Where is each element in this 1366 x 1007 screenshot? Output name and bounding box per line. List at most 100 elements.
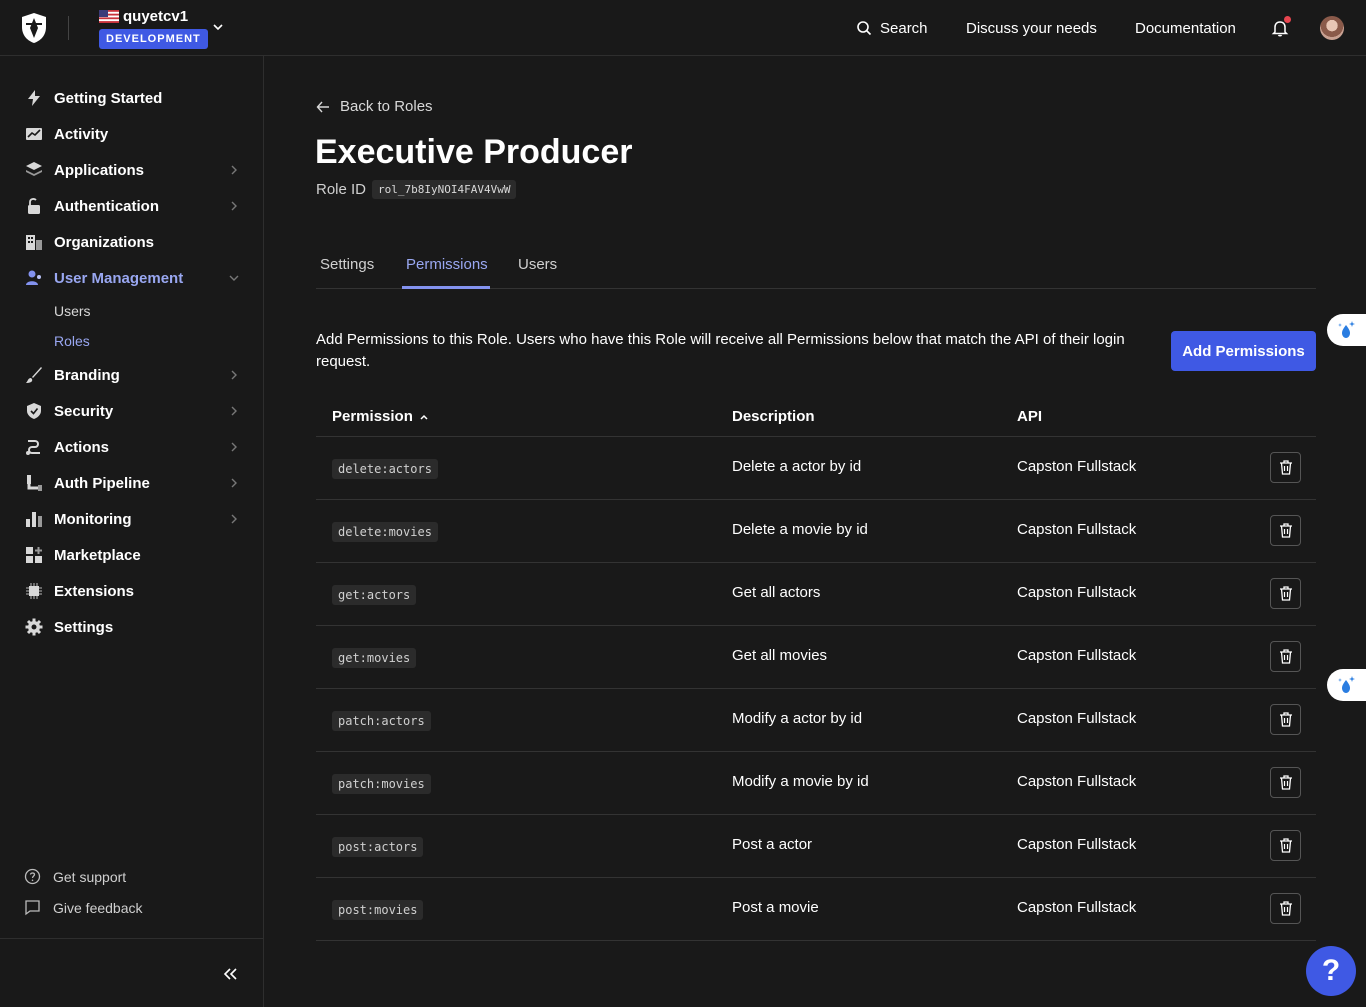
column-header-api: API (1017, 408, 1043, 425)
sidebar-item-label: Authentication (54, 197, 159, 215)
search-button[interactable]: Search (856, 0, 928, 56)
permission-name: post:movies (332, 900, 424, 920)
delete-permission-button[interactable] (1270, 515, 1301, 546)
add-permissions-button[interactable]: Add Permissions (1171, 331, 1316, 371)
sidebar-item-label: Marketplace (54, 546, 141, 564)
sidebar-item-label: Extensions (54, 582, 135, 600)
collapse-sidebar-icon[interactable] (222, 966, 238, 982)
sidebar-item-marketplace[interactable]: Marketplace (24, 543, 244, 567)
sidebar-subitem-roles[interactable]: Roles (54, 333, 90, 349)
sidebar-item-monitoring[interactable]: Monitoring (24, 507, 244, 531)
delete-permission-button[interactable] (1270, 641, 1301, 672)
sidebar-item-security[interactable]: Security (24, 399, 244, 423)
sort-ascending-icon (420, 414, 428, 420)
sidebar-item-label: Branding (54, 366, 120, 384)
lock-icon (24, 196, 44, 216)
sidebar-subitem-users[interactable]: Users (54, 303, 91, 319)
trash-icon (1279, 523, 1292, 538)
layers-icon (24, 160, 44, 180)
permission-description: Delete a actor by id (732, 458, 862, 475)
message-icon (25, 900, 40, 916)
floating-assistant-tab[interactable] (1327, 314, 1366, 346)
permission-name: delete:actors (332, 459, 438, 479)
sidebar: Getting Started Activity Applications Au… (0, 56, 264, 1007)
sidebar-item-activity[interactable]: Activity (24, 122, 244, 146)
discuss-needs-link[interactable]: Discuss your needs (966, 0, 1097, 56)
permissions-description: Add Permissions to this Role. Users who … (316, 331, 1125, 370)
chevron-down-icon[interactable] (211, 20, 225, 34)
permission-name: patch:actors (332, 711, 431, 731)
tab-users[interactable]: Users (518, 256, 557, 273)
table-row: post:actors Post a actor Capston Fullstack (316, 815, 1316, 878)
actions-icon (24, 437, 44, 457)
role-id-value[interactable]: rol_7b8IyNOI4FAV4VwW (372, 180, 517, 199)
table-row: delete:actors Delete a actor by id Capston… (316, 437, 1316, 500)
documentation-link[interactable]: Documentation (1135, 0, 1236, 56)
users-icon (24, 268, 44, 288)
permission-description: Modify a movie by id (732, 773, 869, 790)
trash-icon (1279, 901, 1292, 916)
table-row: delete:movies Delete a movie by id Capston… (316, 500, 1316, 563)
sidebar-item-authentication[interactable]: Authentication (24, 194, 244, 218)
activity-chart-icon (24, 124, 44, 144)
sidebar-item-label: Monitoring (54, 510, 132, 528)
permission-name: patch:movies (332, 774, 431, 794)
column-header-description: Description (732, 408, 815, 425)
arrow-left-icon (316, 101, 329, 112)
tab-permissions[interactable]: Permissions (406, 256, 488, 273)
shield-check-icon (24, 401, 44, 421)
delete-permission-button[interactable] (1270, 578, 1301, 609)
sidebar-item-extensions[interactable]: Extensions (24, 579, 244, 603)
permission-name: get:actors (332, 585, 417, 605)
permission-api: Capston Fullstack (1017, 773, 1137, 790)
column-header-permission[interactable]: Permission (332, 408, 429, 425)
sidebar-item-label: Settings (54, 618, 114, 636)
sidebar-item-organizations[interactable]: Organizations (24, 230, 244, 254)
permission-description: Post a actor (732, 836, 813, 853)
sidebar-item-auth-pipeline[interactable]: Auth Pipeline (24, 471, 244, 495)
user-avatar[interactable] (1320, 16, 1344, 40)
tab-settings[interactable]: Settings (320, 256, 374, 273)
brush-icon (24, 365, 44, 385)
help-circle-icon (24, 868, 41, 885)
delete-permission-button[interactable] (1270, 452, 1301, 483)
table-header: Permission Description API (316, 398, 1316, 437)
help-button[interactable]: ? (1306, 946, 1356, 996)
chevron-right-icon (231, 442, 237, 452)
role-id: Role ID rol_7b8IyNOI4FAV4VwW (316, 180, 517, 199)
search-label: Search (880, 19, 928, 37)
sidebar-item-branding[interactable]: Branding (24, 363, 244, 387)
trash-icon (1279, 838, 1292, 853)
get-support-link[interactable]: Get support (24, 868, 126, 885)
chevron-right-icon (231, 370, 237, 380)
sidebar-item-label: Security (54, 402, 114, 420)
delete-permission-button[interactable] (1270, 704, 1301, 735)
us-flag-icon (99, 10, 119, 23)
auth0-shield-icon[interactable] (20, 12, 48, 44)
delete-permission-button[interactable] (1270, 830, 1301, 861)
permission-description: Modify a actor by id (732, 710, 863, 727)
sidebar-item-user-management[interactable]: User Management (24, 266, 244, 290)
floating-assistant-tab[interactable] (1327, 669, 1366, 701)
sidebar-item-getting-started[interactable]: Getting Started (24, 86, 244, 110)
sidebar-item-settings[interactable]: Settings (24, 615, 244, 639)
sidebar-item-actions[interactable]: Actions (24, 435, 244, 459)
building-icon (24, 232, 44, 252)
permission-description: Get all movies (732, 647, 828, 664)
permission-api: Capston Fullstack (1017, 521, 1137, 538)
chip-icon (24, 581, 44, 601)
sidebar-item-label: Getting Started (54, 89, 163, 107)
delete-permission-button[interactable] (1270, 767, 1301, 798)
search-icon (857, 21, 872, 36)
delete-permission-button[interactable] (1270, 893, 1301, 924)
back-to-roles-link[interactable]: Back to Roles (316, 98, 433, 115)
sidebar-item-label: Auth Pipeline (54, 474, 150, 492)
give-feedback-link[interactable]: Give feedback (24, 899, 143, 916)
table-row: patch:movies Modify a movie by id Capston … (316, 752, 1316, 815)
permission-api: Capston Fullstack (1017, 899, 1137, 916)
environment-badge: DEVELOPMENT (99, 29, 208, 49)
column-header-label: Permission (332, 408, 413, 425)
permission-name: post:actors (332, 837, 424, 857)
permission-api: Capston Fullstack (1017, 710, 1137, 727)
sidebar-item-applications[interactable]: Applications (24, 158, 244, 182)
